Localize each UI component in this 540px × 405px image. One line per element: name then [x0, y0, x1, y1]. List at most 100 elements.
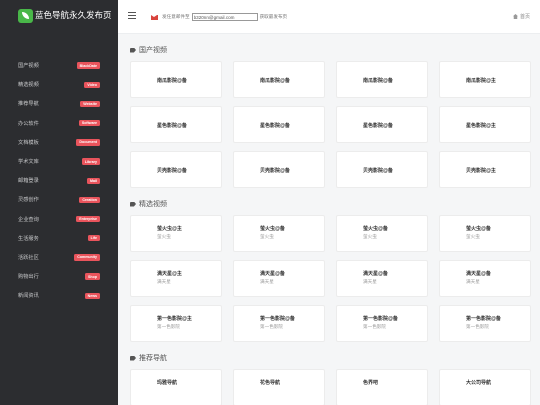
site-card[interactable]: 第一色影院@备 第一色影院	[233, 305, 325, 342]
site-name: 星色影院@备	[260, 123, 290, 129]
site-card[interactable]: 南瓜影院@备	[130, 61, 222, 98]
site-name: 满天星@主	[157, 271, 182, 277]
site-card[interactable]: 大公司导航	[439, 369, 531, 405]
site-card[interactable]: 满天星@备满天星	[336, 260, 428, 297]
site-card[interactable]: 第一色影院@主 第一色影院	[130, 305, 222, 342]
sidebar-item-label: 办公软件	[18, 120, 39, 127]
site-card[interactable]: 花色导航	[233, 369, 325, 405]
site-card[interactable]: 贝壳影院@备	[336, 151, 428, 188]
site-card[interactable]: 萤火虫@主 萤火虫	[130, 215, 222, 252]
site-card[interactable]: 色界吧	[336, 369, 428, 405]
site-description: 萤火虫	[466, 234, 480, 239]
section-title: 推荐导航	[139, 355, 167, 362]
site-name: 满天星@备	[363, 271, 388, 277]
site-name: 萤火虫@备	[363, 226, 388, 232]
sidebar-item-badge: BlackDate	[76, 62, 100, 69]
site-description: 第一色影院	[466, 324, 489, 329]
sidebar-item-academic-library[interactable]: 学术文库 Library	[0, 152, 118, 171]
link-grid: 萤火虫@主 萤火虫 萤火虫@备 萤火虫 萤火虫@备 萤火虫 萤火虫@备 萤火虫 满天星@…	[130, 215, 540, 342]
site-description: 第一色影院	[157, 324, 180, 329]
sidebar-menu: 国产视频 BlackDate 精选视频 Video 推荐导航 Website 办公软件…	[0, 56, 118, 305]
site-name: 满天星@备	[260, 271, 285, 277]
sidebar-item-label: 灵感创作	[18, 197, 39, 204]
home-icon	[512, 14, 518, 19]
site-card[interactable]: 第一色影院@备 第一色影院	[336, 305, 428, 342]
site-card[interactable]: 第一色影院@备 第一色影院	[439, 305, 531, 342]
sidebar-item-life-services[interactable]: 生活服务 Life	[0, 229, 118, 248]
sidebar-item-badge: Community	[74, 254, 100, 261]
sidebar-item-label: 新闻资讯	[18, 293, 39, 300]
home-link[interactable]: 首页	[512, 13, 530, 20]
sidebar-item-badge: Document	[76, 139, 100, 146]
sidebar-item-featured-video[interactable]: 精选视频 Video	[0, 75, 118, 94]
site-card[interactable]: 星色影院@主	[439, 106, 531, 143]
hamburger-menu-icon[interactable]	[128, 12, 136, 19]
site-card[interactable]: 贝壳影院@备	[233, 151, 325, 188]
site-description: 满天星	[363, 279, 377, 284]
sidebar-item-news[interactable]: 新闻资讯 News	[0, 286, 118, 305]
tag-icon	[130, 355, 136, 361]
section-title: 国产视频	[139, 47, 167, 54]
site-card[interactable]: 贝壳影院@主	[439, 151, 531, 188]
sidebar-item-label: 生活服务	[18, 235, 39, 242]
section-heading: 精选视频	[130, 197, 540, 211]
site-name: 萤火虫@备	[260, 226, 285, 232]
site-name: 花色导航	[260, 380, 281, 386]
sidebar-item-badge: Life	[87, 235, 100, 242]
site-description: 满天星	[466, 279, 480, 284]
sidebar-item-label: 购物出行	[18, 274, 39, 281]
site-card[interactable]: 南瓜影院@备	[233, 61, 325, 98]
site-card[interactable]: 满天星@备满天星	[233, 260, 325, 297]
sidebar-item-badge: News	[84, 292, 100, 300]
site-name: 南瓜影院@备	[260, 78, 290, 84]
sidebar: 蓝色导航永久发布页 国产视频 BlackDate 精选视频 Video 推荐导航 We…	[0, 0, 118, 405]
site-card[interactable]: 萤火虫@备 萤火虫	[439, 215, 531, 252]
sidebar-item-recommended-nav[interactable]: 推荐导航 Website	[0, 94, 118, 113]
site-description: 萤火虫	[363, 234, 377, 239]
site-card[interactable]: 星色影院@备	[336, 106, 428, 143]
sidebar-item-community[interactable]: 活跃社区 Community	[0, 248, 118, 267]
site-name: 星色影院@主	[466, 123, 496, 129]
site-description: 萤火虫	[157, 234, 171, 239]
site-description: 满天星	[260, 279, 274, 284]
envelope-icon	[151, 14, 158, 20]
site-card[interactable]: 玛雅导航	[130, 369, 222, 405]
sidebar-item-enterprise[interactable]: 企业查询 Enterprise	[0, 210, 118, 229]
email-notice: 发任意邮件至 获取最发布页	[151, 13, 287, 21]
sidebar-item-creation[interactable]: 灵感创作 Creation	[0, 190, 118, 209]
notice-suffix: 获取最发布页	[259, 14, 288, 19]
sidebar-item-label: 精选视频	[18, 82, 39, 89]
site-card[interactable]: 南瓜影院@备	[336, 61, 428, 98]
site-card[interactable]: 萤火虫@备 萤火虫	[233, 215, 325, 252]
link-grid: 南瓜影院@备 南瓜影院@备 南瓜影院@备 南瓜影院@主 星色影院@备 星色影院@…	[130, 61, 540, 188]
site-name: 贝壳影院@备	[157, 168, 187, 174]
site-card[interactable]: 满天星@备 满天星	[439, 260, 531, 297]
site-card[interactable]: 星色影院@备	[130, 106, 222, 143]
sidebar-item-domestic-video[interactable]: 国产视频 BlackDate	[0, 56, 118, 75]
site-name: 贝壳影院@备	[363, 168, 393, 174]
sidebar-item-office-software[interactable]: 办公软件 Software	[0, 114, 118, 133]
site-card[interactable]: 萤火虫@备萤火虫	[336, 215, 428, 252]
site-card[interactable]: 满天星@主 满天星	[130, 260, 222, 297]
site-name: 色界吧	[363, 380, 379, 386]
site-card[interactable]: 贝壳影院@备	[130, 151, 222, 188]
email-field[interactable]	[191, 13, 258, 21]
site-card[interactable]: 星色影院@备	[233, 106, 325, 143]
site-description: 第一色影院	[260, 324, 283, 329]
sidebar-item-shopping[interactable]: 购物出行 Shop	[0, 267, 118, 286]
sidebar-item-label: 推荐导航	[18, 101, 39, 108]
section-heading: 国产视频	[130, 43, 540, 57]
sidebar-item-label: 企业查询	[18, 216, 39, 223]
site-name: 南瓜影院@备	[363, 78, 393, 84]
site-card[interactable]: 南瓜影院@主	[439, 61, 531, 98]
sidebar-item-badge: Library	[81, 158, 100, 165]
sidebar-item-mail-login[interactable]: 邮箱登录 Mail	[0, 171, 118, 190]
sidebar-item-badge: Website	[80, 100, 100, 108]
sidebar-item-label: 国产视频	[18, 63, 39, 70]
tag-icon	[130, 201, 136, 207]
brand[interactable]: 蓝色导航永久发布页	[0, 0, 118, 44]
site-name: 星色影院@备	[363, 123, 393, 129]
sidebar-item-doc-templates[interactable]: 文档模板 Document	[0, 133, 118, 152]
sidebar-item-label: 学术文库	[18, 159, 39, 166]
main-content: 国产视频 南瓜影院@备 南瓜影院@备 南瓜影院@备 南瓜影院@主 星色影院@备 …	[118, 34, 540, 405]
